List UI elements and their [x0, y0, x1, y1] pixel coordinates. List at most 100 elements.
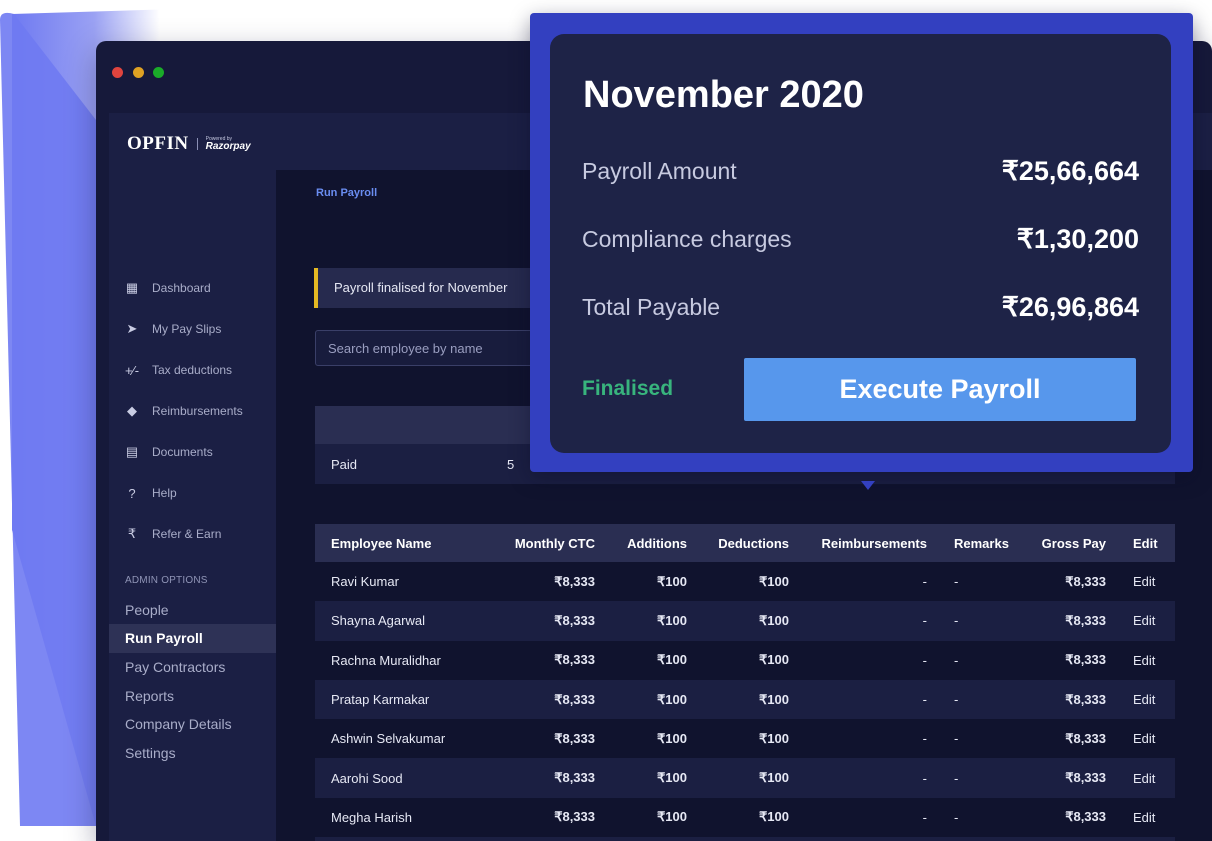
- monthly-ctc-cell: ₹8,333: [554, 837, 595, 841]
- edit-link[interactable]: Edit: [1133, 680, 1155, 719]
- sidebar-item-tax-deductions[interactable]: +⁄- Tax deductions: [123, 360, 232, 380]
- remarks-cell: -: [954, 731, 959, 747]
- column-header[interactable]: Edit: [1133, 524, 1158, 562]
- reimbursements-cell: -: [922, 731, 927, 747]
- minimize-window-dot[interactable]: [133, 67, 144, 78]
- send-icon: ➤: [126, 321, 138, 336]
- column-header[interactable]: Deductions: [718, 524, 789, 562]
- gross-pay-cell: ₹8,333: [1065, 837, 1106, 841]
- execute-payroll-button[interactable]: Execute Payroll: [744, 358, 1136, 421]
- logo-text: OPFIN: [127, 133, 189, 154]
- reimbursements-cell: -: [922, 692, 927, 708]
- employee-table: Employee Name Monthly CTC Additions Dedu…: [315, 524, 1175, 841]
- admin-item-company-details[interactable]: Company Details: [109, 710, 276, 739]
- search-input[interactable]: [316, 331, 554, 365]
- sidebar-item-label: Help: [152, 486, 177, 500]
- popup-pointer: [861, 481, 875, 490]
- edit-link[interactable]: Edit: [1133, 758, 1155, 797]
- sidebar-item-dashboard[interactable]: ▦ Dashboard: [123, 278, 211, 298]
- admin-item-settings[interactable]: Settings: [109, 739, 276, 768]
- razorpay-text: Razorpay: [205, 140, 251, 152]
- column-header[interactable]: Additions: [627, 524, 687, 562]
- edit-link[interactable]: Edit: [1133, 837, 1155, 841]
- opfin-logo[interactable]: OPFIN Powered by Razorpay: [127, 133, 251, 155]
- employee-name-cell: Ashwin Selvakumar: [331, 731, 446, 747]
- admin-item-people[interactable]: People: [109, 596, 276, 625]
- table-row[interactable]: Ravi Kumar ₹8,333 ₹100 ₹100 - - ₹8,333 Edit: [315, 562, 1175, 601]
- status-badge: Finalised: [582, 377, 674, 400]
- remarks-cell: -: [954, 692, 959, 708]
- additions-cell: ₹100: [657, 652, 687, 668]
- rupee-icon: ₹: [127, 526, 137, 541]
- monthly-ctc-cell: ₹8,333: [554, 691, 595, 707]
- deductions-cell: ₹100: [759, 809, 789, 825]
- employee-name-cell: Ravi Kumar: [331, 574, 399, 590]
- breadcrumb[interactable]: Run Payroll: [316, 187, 377, 199]
- maximize-window-dot[interactable]: [153, 67, 164, 78]
- notice-text: Payroll finalised for November: [334, 280, 508, 295]
- gross-pay-cell: ₹8,333: [1065, 652, 1106, 668]
- column-header[interactable]: Reimbursements: [822, 524, 927, 562]
- reimbursements-cell: -: [922, 574, 927, 590]
- close-window-dot[interactable]: [112, 67, 123, 78]
- table-row[interactable]: Roshni Chatterjee ₹8,333 ₹100 ₹100 - - ₹8,333 E…: [315, 837, 1175, 841]
- gross-pay-cell: ₹8,333: [1065, 691, 1106, 707]
- sidebar: ▦ Dashboard ➤ My Pay Slips +⁄- Tax deduc…: [109, 170, 276, 841]
- table-row[interactable]: Megha Harish ₹8,333 ₹100 ₹100 - - ₹8,333 Edit: [315, 798, 1175, 837]
- edit-link[interactable]: Edit: [1133, 719, 1155, 758]
- documents-icon: ▤: [125, 444, 139, 459]
- additions-cell: ₹100: [657, 809, 687, 825]
- stats-value: 5: [507, 457, 515, 472]
- deductions-cell: ₹100: [759, 730, 789, 746]
- edit-link[interactable]: Edit: [1133, 641, 1155, 680]
- column-header[interactable]: Employee Name: [331, 524, 431, 562]
- column-header[interactable]: Monthly CTC: [515, 524, 595, 562]
- remarks-cell: -: [954, 837, 958, 841]
- reimbursements-cell: -: [922, 770, 927, 786]
- additions-cell: ₹100: [657, 837, 687, 841]
- payroll-amount-label: Payroll Amount: [582, 158, 737, 184]
- admin-item-run-payroll[interactable]: Run Payroll: [109, 624, 276, 653]
- total-payable-value: ₹26,96,864: [1001, 292, 1139, 322]
- compliance-charges-value: ₹1,30,200: [1016, 224, 1139, 254]
- edit-link[interactable]: Edit: [1133, 798, 1155, 837]
- sidebar-item-help[interactable]: ? Help: [123, 483, 177, 503]
- admin-item-pay-contractors[interactable]: Pay Contractors: [109, 653, 276, 682]
- summary-title: November 2020: [583, 74, 864, 116]
- additions-cell: ₹100: [657, 612, 687, 628]
- column-header[interactable]: Remarks: [954, 524, 1009, 562]
- logo-divider: [196, 138, 198, 150]
- edit-link[interactable]: Edit: [1133, 562, 1155, 601]
- gross-pay-cell: ₹8,333: [1065, 573, 1106, 589]
- gross-pay-cell: ₹8,333: [1065, 809, 1106, 825]
- deductions-cell: ₹100: [759, 770, 789, 786]
- employee-name-cell: Megha Harish: [331, 809, 412, 825]
- payroll-summary-card: November 2020 Payroll Amount ₹25,66,664 …: [550, 34, 1171, 453]
- column-header[interactable]: Gross Pay: [1042, 524, 1106, 562]
- table-row[interactable]: Aarohi Sood ₹8,333 ₹100 ₹100 - - ₹8,333 Edit: [315, 758, 1175, 798]
- deductions-cell: ₹100: [759, 573, 789, 589]
- sidebar-item-reimbursements[interactable]: ◆ Reimbursements: [123, 401, 243, 421]
- table-row[interactable]: Ashwin Selvakumar ₹8,333 ₹100 ₹100 - - ₹8,333 E…: [315, 719, 1175, 758]
- additions-cell: ₹100: [657, 573, 687, 589]
- additions-cell: ₹100: [657, 691, 687, 707]
- additions-cell: ₹100: [657, 730, 687, 746]
- monthly-ctc-cell: ₹8,333: [554, 612, 595, 628]
- sidebar-item-label: Reimbursements: [152, 404, 243, 418]
- sidebar-item-documents[interactable]: ▤ Documents: [123, 442, 213, 462]
- remarks-cell: -: [954, 613, 959, 629]
- table-body: Ravi Kumar ₹8,333 ₹100 ₹100- - ₹8,333 Edit Shay…: [315, 562, 1175, 841]
- tag-icon: ◆: [127, 403, 137, 418]
- sidebar-item-label: My Pay Slips: [152, 322, 222, 336]
- table-row[interactable]: Shayna Agarwal ₹8,333 ₹100 ₹100 - - ₹8,333 Edit: [315, 601, 1175, 641]
- sidebar-item-refer-earn[interactable]: ₹ Refer & Earn: [123, 524, 222, 544]
- table-row[interactable]: Pratap Karmakar ₹8,333 ₹100 ₹100 - - ₹8,333 Edi…: [315, 679, 1175, 720]
- payroll-summary-popup: November 2020 Payroll Amount ₹25,66,664 …: [530, 13, 1193, 490]
- admin-options-title: ADMIN OPTIONS: [125, 575, 208, 586]
- sidebar-item-my-pay-slips[interactable]: ➤ My Pay Slips: [123, 319, 222, 339]
- admin-item-reports[interactable]: Reports: [109, 682, 276, 711]
- gross-pay-cell: ₹8,333: [1065, 770, 1106, 786]
- edit-link[interactable]: Edit: [1133, 601, 1155, 640]
- table-row[interactable]: Rachna Muralidhar ₹8,333 ₹100 ₹100 - - ₹8,333 E…: [315, 641, 1175, 680]
- gross-pay-cell: ₹8,333: [1065, 612, 1106, 628]
